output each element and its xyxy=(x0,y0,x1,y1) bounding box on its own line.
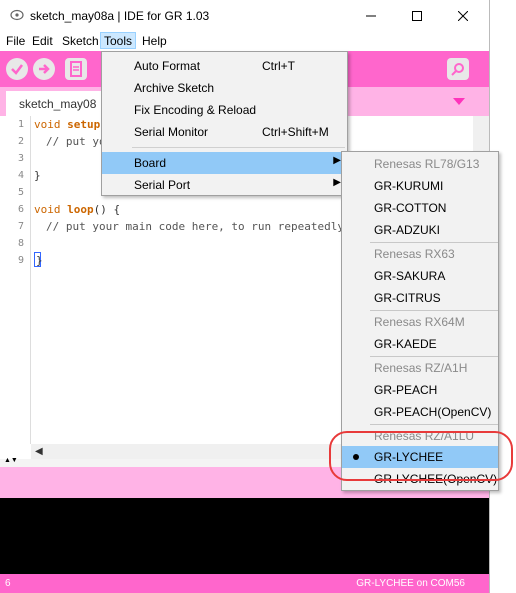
checkmark-icon xyxy=(11,64,23,75)
app-icon xyxy=(10,9,24,21)
menu-separator xyxy=(132,147,345,148)
highlight-annotation xyxy=(329,431,513,481)
menu-item-fix-encoding[interactable]: Fix Encoding & Reload xyxy=(102,99,347,121)
close-icon xyxy=(458,10,468,21)
board-item-adzuki[interactable]: GR-ADZUKI xyxy=(342,219,498,241)
menu-item-label: Board xyxy=(134,156,167,170)
scroll-left-icon[interactable]: ◀ xyxy=(35,446,43,457)
board-item-kaede[interactable]: GR-KAEDE xyxy=(342,333,498,355)
board-item-kurumi[interactable]: GR-KURUMI xyxy=(342,175,498,197)
code-comment: // put your main code here, to run repea… xyxy=(46,220,351,233)
code-function: setup xyxy=(67,118,101,131)
menu-item-auto-format[interactable]: Auto Format Ctrl+T xyxy=(102,55,347,77)
menu-file[interactable]: File xyxy=(3,33,28,50)
line-number: 4 xyxy=(17,170,24,181)
submenu-arrow-icon: ▶ xyxy=(333,155,341,166)
code-line: // put yo xyxy=(46,135,106,148)
code-text: () { xyxy=(93,203,121,216)
menu-item-archive-sketch[interactable]: Archive Sketch xyxy=(102,77,347,99)
title-bar: sketch_may08a | IDE for GR 1.03 xyxy=(0,0,489,31)
tab-menu-icon[interactable] xyxy=(452,96,466,106)
board-item-peach[interactable]: GR-PEACH xyxy=(342,379,498,401)
line-number: 1 xyxy=(17,119,24,130)
arrow-right-icon xyxy=(39,64,50,74)
submenu-arrow-icon: ▶ xyxy=(333,177,341,188)
code-line: // put your main code here, to run repea… xyxy=(46,220,351,233)
new-button[interactable] xyxy=(65,58,87,80)
code-keyword: void xyxy=(34,203,61,216)
board-group-header: Renesas RX64M xyxy=(374,315,465,329)
menu-item-label: Archive Sketch xyxy=(134,81,215,95)
console-output xyxy=(0,498,489,574)
menu-tools[interactable]: Tools xyxy=(100,32,137,49)
menu-item-label: Fix Encoding & Reload xyxy=(134,103,257,117)
window-title: sketch_may08a | IDE for GR 1.03 xyxy=(30,9,210,23)
board-group-header: Renesas RX63 xyxy=(374,247,455,261)
minimize-button[interactable] xyxy=(348,0,394,31)
menu-item-serial-monitor[interactable]: Serial Monitor Ctrl+Shift+M xyxy=(102,121,347,143)
magnifier-icon xyxy=(451,63,464,76)
menu-item-board[interactable]: Board ▶ xyxy=(102,152,347,174)
menu-bar: File Edit Sketch Tools Help xyxy=(0,31,489,51)
menu-item-label: Serial Monitor xyxy=(134,125,209,139)
serial-monitor-button[interactable] xyxy=(447,58,469,80)
document-icon xyxy=(70,61,82,77)
line-number: 7 xyxy=(17,221,24,232)
tools-menu-dropdown: Auto Format Ctrl+T Archive Sketch Fix Enc… xyxy=(101,51,348,196)
code-function: loop xyxy=(67,203,94,216)
line-number: 2 xyxy=(17,136,24,147)
shortcut-label: Ctrl+Shift+M xyxy=(262,125,329,139)
line-number: 6 xyxy=(17,204,24,215)
minimize-icon xyxy=(366,15,376,16)
verify-button[interactable] xyxy=(6,58,28,80)
line-number-gutter: 1 2 3 4 5 6 7 8 9 xyxy=(0,116,31,444)
upload-button[interactable] xyxy=(33,58,55,80)
maximize-icon xyxy=(412,10,422,21)
line-number: 8 xyxy=(17,238,24,249)
code-line: } xyxy=(34,169,41,182)
menu-sketch[interactable]: Sketch xyxy=(59,33,102,50)
split-arrows-icon[interactable]: ▲▼ xyxy=(4,457,18,464)
board-item-peach-opencv[interactable]: GR-PEACH(OpenCV) xyxy=(342,401,498,423)
menu-item-label: Auto Format xyxy=(134,59,201,73)
menu-item-label: Serial Port xyxy=(134,178,191,192)
close-button[interactable] xyxy=(440,0,486,31)
menu-item-serial-port[interactable]: Serial Port ▶ xyxy=(102,174,347,196)
shortcut-label: Ctrl+T xyxy=(262,59,295,73)
tab-sketch[interactable]: sketch_may08 xyxy=(6,91,106,116)
code-line: void setup xyxy=(34,118,100,131)
ide-window: sketch_may08a | IDE for GR 1.03 File Edi… xyxy=(0,0,516,593)
menu-help[interactable]: Help xyxy=(139,33,170,50)
line-number: 5 xyxy=(17,187,24,198)
status-line-number: 6 xyxy=(5,578,11,589)
board-item-citrus[interactable]: GR-CITRUS xyxy=(342,287,498,309)
status-bar: 6 GR-LYCHEE on COM56 xyxy=(0,574,489,593)
maximize-button[interactable] xyxy=(394,0,440,31)
menu-edit[interactable]: Edit xyxy=(29,33,56,50)
code-line: void loop() { xyxy=(34,203,120,216)
board-group-header: Renesas RZ/A1H xyxy=(374,361,468,375)
board-item-sakura[interactable]: GR-SAKURA xyxy=(342,265,498,287)
code-keyword: void xyxy=(34,118,61,131)
board-group-header: Renesas RL78/G13 xyxy=(374,157,480,171)
status-board-port: GR-LYCHEE on COM56 xyxy=(356,578,465,589)
code-comment: // put yo xyxy=(46,135,106,148)
board-item-cotton[interactable]: GR-COTTON xyxy=(342,197,498,219)
line-number: 3 xyxy=(17,153,24,164)
code-line: } xyxy=(36,254,43,267)
line-number: 9 xyxy=(17,255,24,266)
